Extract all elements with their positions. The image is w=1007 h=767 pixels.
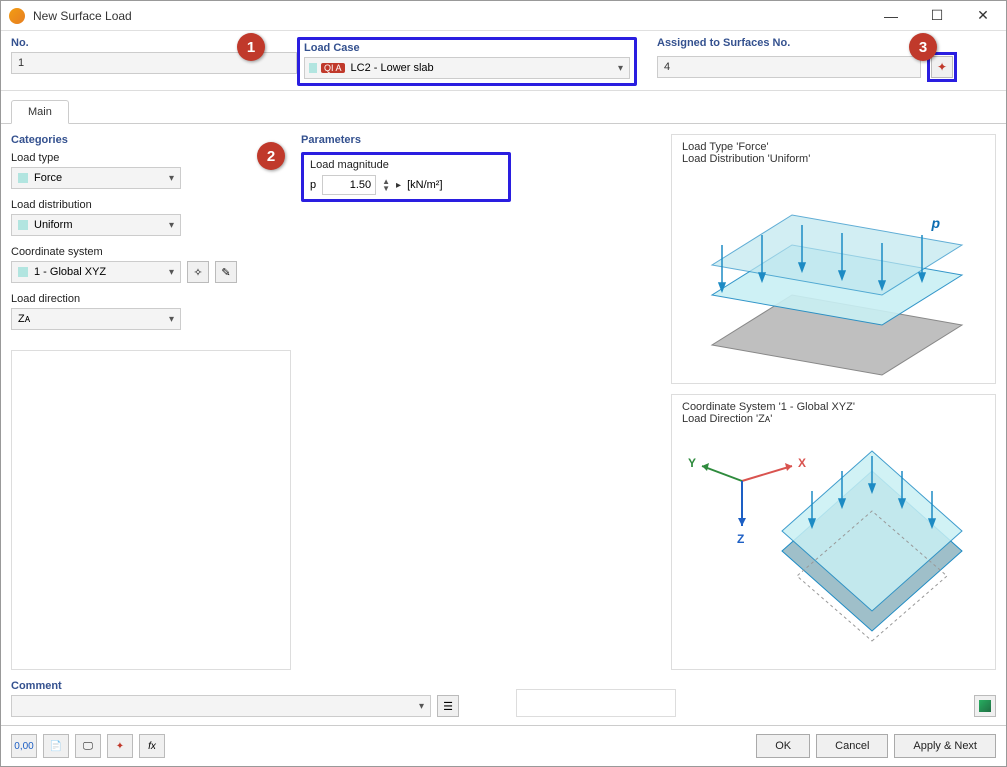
units-icon: 0,00 [14, 741, 33, 752]
coord-color-chip [18, 267, 28, 277]
load-type-label: Load type [11, 152, 291, 164]
window-buttons: — ☐ ✕ [868, 1, 1006, 30]
loadcase-color-chip [309, 63, 317, 73]
ok-button[interactable]: OK [756, 734, 810, 758]
parameters-heading: Parameters [301, 134, 661, 146]
coord-label: Coordinate system [11, 246, 291, 258]
body: 2 Categories Load type Force ▾ Load dist… [1, 124, 1006, 680]
comment-select[interactable]: ▾ [11, 695, 431, 717]
view-icon: 🖵 [83, 741, 93, 752]
comment-col: Comment ▾ ☰ [11, 680, 506, 717]
load-dir-label: Load direction [11, 293, 291, 305]
maximize-button[interactable]: ☐ [914, 1, 960, 30]
window-title: New Surface Load [33, 9, 868, 23]
load-dist-color-chip [18, 220, 28, 230]
footer: 0,00 📄 🖵 ✦ fx OK Cancel Apply & Next [1, 725, 1006, 766]
load-type-color-chip [18, 173, 28, 183]
callout-2: 2 [257, 142, 285, 170]
field-loadcase: Load Case QI A LC2 - Lower slab ▾ [297, 37, 637, 86]
axis-x-label: X [798, 456, 806, 470]
loadcase-highlight: Load Case QI A LC2 - Lower slab ▾ [297, 37, 637, 86]
load-dist-select[interactable]: Uniform ▾ [11, 214, 181, 236]
uniform-load-diagram [682, 175, 972, 385]
tool-pick-button[interactable]: ✦ [107, 734, 133, 758]
tool-detail-button[interactable]: 📄 [43, 734, 69, 758]
loadcase-select[interactable]: QI A LC2 - Lower slab ▾ [304, 57, 630, 79]
comment-row: Comment ▾ ☰ [1, 680, 1006, 725]
library-icon: ☰ [443, 700, 453, 713]
coord-select[interactable]: 1 - Global XYZ ▾ [11, 261, 181, 283]
callout-1: 1 [237, 33, 265, 61]
magnitude-menu-caret[interactable]: ▸ [396, 180, 401, 191]
cursor-pick-icon: ✦ [937, 60, 947, 74]
assigned-input[interactable] [657, 56, 921, 78]
axis-y-label: Y [688, 456, 696, 470]
tab-strip: Main [1, 91, 1006, 124]
cancel-button[interactable]: Cancel [816, 734, 888, 758]
new-coord-button[interactable]: ✧ [187, 261, 209, 283]
close-button[interactable]: ✕ [960, 1, 1006, 30]
load-type-value: Force [34, 172, 62, 184]
minimize-button[interactable]: — [868, 1, 914, 30]
categories-blank [11, 350, 291, 670]
tool-units-button[interactable]: 0,00 [11, 734, 37, 758]
param-highlight: Load magnitude p ▲▼ ▸ [kN/m²] [301, 152, 511, 202]
info-line2: Load Distribution 'Uniform' [682, 153, 985, 165]
detail-icon: 📄 [50, 741, 62, 752]
chevron-down-icon: ▾ [419, 701, 424, 712]
chevron-down-icon: ▾ [169, 173, 174, 184]
info-line1: Load Type 'Force' [682, 141, 985, 153]
chevron-down-icon: ▾ [618, 63, 623, 74]
top-fields: No. Load Case QI A LC2 - Lower slab ▾ As… [1, 31, 1006, 91]
preview-top: Load Type 'Force' Load Distribution 'Uni… [671, 134, 996, 384]
chevron-down-icon: ▾ [169, 267, 174, 278]
info-line4: Load Direction 'Zᴀ' [682, 413, 985, 425]
chevron-down-icon: ▾ [169, 314, 174, 325]
apply-next-button[interactable]: Apply & Next [894, 734, 996, 758]
col-categories: Categories Load type Force ▾ Load distri… [11, 134, 291, 670]
tab-main[interactable]: Main [11, 100, 69, 124]
magnitude-unit: [kN/m²] [407, 179, 442, 191]
loadcase-value: LC2 - Lower slab [351, 62, 434, 74]
comment-blank-box [516, 689, 676, 717]
preview-settings-button[interactable] [974, 695, 996, 717]
magnitude-spinner[interactable]: ▲▼ [382, 178, 390, 192]
axis-z-label: Z [737, 532, 744, 546]
pick-surfaces-button[interactable]: ✦ [931, 56, 953, 78]
comment-library-button[interactable]: ☰ [437, 695, 459, 717]
load-dist-label: Load distribution [11, 199, 291, 211]
load-dist-value: Uniform [34, 219, 73, 231]
magnitude-symbol: p [310, 179, 316, 191]
edit-coord-button[interactable]: ✎ [215, 261, 237, 283]
loadcase-label: Load Case [304, 42, 630, 54]
coord-diagram: X Y Z [682, 431, 982, 661]
categories-heading: Categories [11, 134, 291, 146]
loadcase-category-chip: QI A [321, 63, 345, 73]
load-dir-value: Zᴀ [18, 313, 30, 325]
tool-view-button[interactable]: 🖵 [75, 734, 101, 758]
edit-icon: ✎ [221, 266, 230, 279]
info-line3: Coordinate System '1 - Global XYZ' [682, 401, 985, 413]
col-preview: Load Type 'Force' Load Distribution 'Uni… [671, 134, 996, 670]
magnitude-input[interactable] [322, 175, 376, 195]
new-icon: ✧ [193, 266, 202, 279]
titlebar: New Surface Load — ☐ ✕ [1, 1, 1006, 31]
app-icon [9, 8, 25, 24]
callout-3: 3 [909, 33, 937, 61]
magnitude-label: Load magnitude [310, 159, 502, 171]
preview-bottom: Coordinate System '1 - Global XYZ' Load … [671, 394, 996, 670]
fx-icon: fx [148, 741, 156, 752]
chevron-down-icon: ▾ [169, 220, 174, 231]
tool-fx-button[interactable]: fx [139, 734, 165, 758]
color-swatch-icon [979, 700, 991, 712]
load-dir-select[interactable]: Zᴀ ▾ [11, 308, 181, 330]
dialog-window: New Surface Load — ☐ ✕ No. Load Case QI … [0, 0, 1007, 767]
comment-label: Comment [11, 680, 506, 692]
coord-value: 1 - Global XYZ [34, 266, 106, 278]
load-type-select[interactable]: Force ▾ [11, 167, 181, 189]
col-parameters: Parameters Load magnitude p ▲▼ ▸ [kN/m²] [301, 134, 661, 670]
pick-icon: ✦ [116, 741, 124, 752]
